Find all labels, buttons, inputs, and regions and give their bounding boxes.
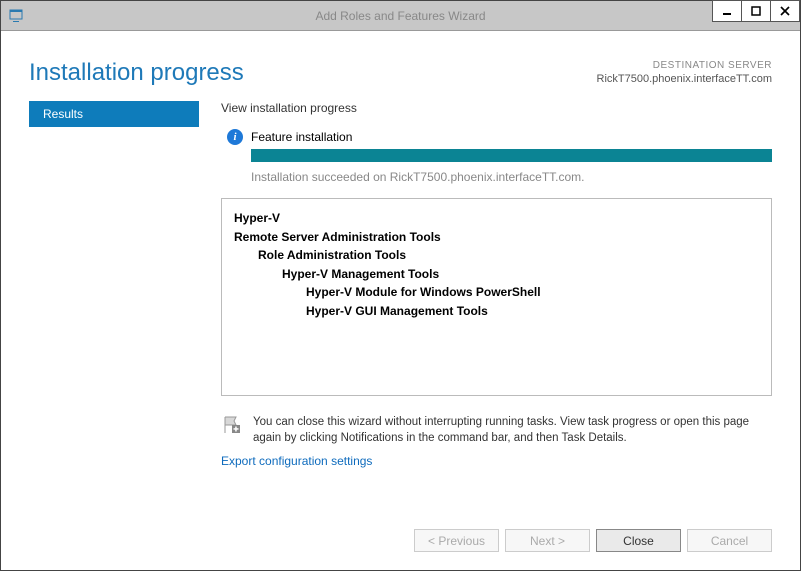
wizard-window: Add Roles and Features Wizard Installati…	[0, 0, 801, 571]
destination-server: RickT7500.phoenix.interfaceTT.com	[597, 72, 772, 86]
notice-text: You can close this wizard without interr…	[253, 414, 772, 446]
body-row: Results View installation progress i Fea…	[1, 101, 800, 515]
notification-flag-icon	[221, 414, 243, 436]
header-row: Installation progress DESTINATION SERVER…	[1, 31, 800, 101]
close-window-button[interactable]	[770, 0, 800, 22]
feature-item: Hyper-V GUI Management Tools	[234, 302, 759, 321]
view-progress-label: View installation progress	[221, 101, 772, 115]
window-controls	[713, 0, 800, 22]
info-icon: i	[227, 129, 243, 145]
main-panel: View installation progress i Feature ins…	[221, 101, 772, 515]
page-title: Installation progress	[29, 59, 244, 87]
feature-item: Hyper-V Management Tools	[234, 265, 759, 284]
wizard-sidebar: Results	[29, 101, 199, 515]
export-config-link[interactable]: Export configuration settings	[221, 454, 772, 468]
feature-item: Hyper-V Module for Windows PowerShell	[234, 283, 759, 302]
feature-installation-label: Feature installation	[251, 130, 352, 144]
installed-features-box: Hyper-V Remote Server Administration Too…	[221, 198, 772, 396]
feature-item: Hyper-V	[234, 209, 759, 228]
progress-bar	[251, 149, 772, 162]
close-button[interactable]: Close	[596, 529, 681, 552]
progress-bar-wrap	[221, 149, 772, 162]
content-area: Installation progress DESTINATION SERVER…	[1, 31, 800, 570]
button-row: < Previous Next > Close Cancel	[1, 515, 800, 570]
titlebar: Add Roles and Features Wizard	[1, 1, 800, 31]
maximize-button[interactable]	[741, 0, 771, 22]
destination-label: DESTINATION SERVER	[597, 59, 772, 72]
next-button[interactable]: Next >	[505, 529, 590, 552]
feature-item: Remote Server Administration Tools	[234, 228, 759, 247]
feature-item: Role Administration Tools	[234, 246, 759, 265]
window-title: Add Roles and Features Wizard	[1, 9, 800, 23]
server-manager-icon	[9, 8, 25, 24]
destination-block: DESTINATION SERVER RickT7500.phoenix.int…	[597, 59, 772, 86]
previous-button[interactable]: < Previous	[414, 529, 499, 552]
minimize-button[interactable]	[712, 0, 742, 22]
status-text: Installation succeeded on RickT7500.phoe…	[221, 170, 772, 184]
cancel-button[interactable]: Cancel	[687, 529, 772, 552]
step-results[interactable]: Results	[29, 101, 199, 127]
notice-row: You can close this wizard without interr…	[221, 410, 772, 446]
feature-status-row: i Feature installation	[221, 129, 772, 145]
